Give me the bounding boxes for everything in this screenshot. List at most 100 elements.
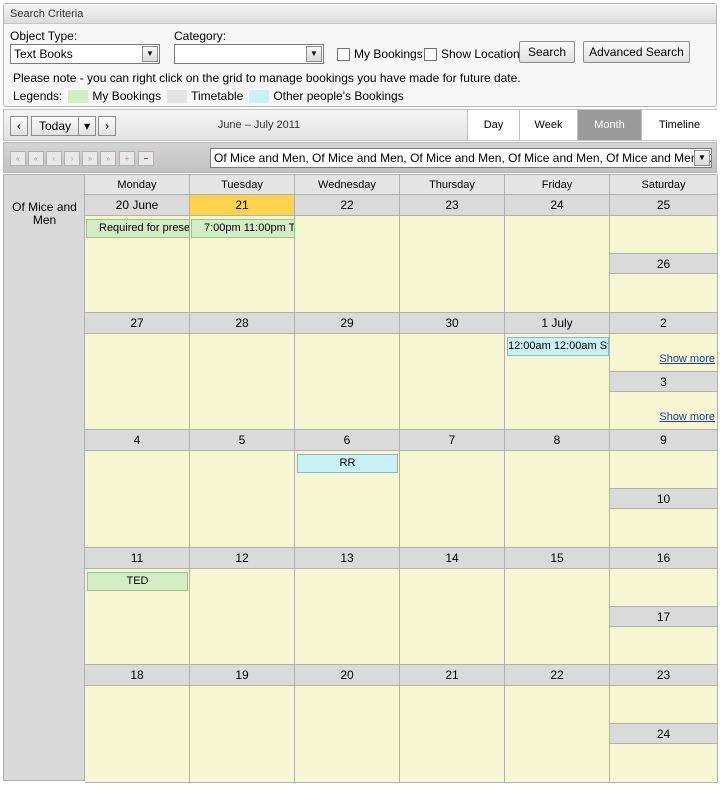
show-location-checkbox[interactable]: Show Location bbox=[424, 47, 520, 61]
day-cell[interactable]: 30 bbox=[400, 312, 505, 430]
day-cell[interactable]: 6 bbox=[295, 430, 400, 548]
next-button[interactable]: › bbox=[98, 116, 116, 136]
tab-day[interactable]: Day bbox=[467, 110, 519, 140]
date-header[interactable]: 22 bbox=[295, 195, 399, 216]
date-header[interactable]: 27 bbox=[85, 312, 189, 334]
date-header[interactable]: 5 bbox=[190, 430, 294, 451]
next-item-icon[interactable]: › bbox=[64, 151, 80, 166]
show-more-link[interactable]: Show more bbox=[659, 411, 715, 423]
prev-button[interactable]: ‹ bbox=[10, 116, 28, 136]
date-header[interactable]: 4 bbox=[85, 430, 189, 451]
tab-timeline[interactable]: Timeline bbox=[641, 110, 717, 140]
date-header[interactable]: 23 bbox=[610, 665, 717, 686]
date-header[interactable]: 20 June bbox=[85, 195, 189, 216]
resource-select[interactable]: Of Mice and Men, Of Mice and Men, Of Mic… bbox=[210, 148, 712, 168]
today-menu-button[interactable]: ▾ bbox=[78, 116, 96, 136]
sunday-date-header[interactable]: 17 bbox=[610, 605, 717, 627]
date-header[interactable]: 24 bbox=[505, 195, 609, 216]
my-booking-event[interactable]: Required for presentation bbox=[86, 219, 190, 238]
my-booking-event[interactable]: 7:00pm 11:00pm Timetable bbox=[191, 219, 295, 238]
day-cell[interactable]: 23 bbox=[400, 195, 505, 313]
date-header[interactable]: 22 bbox=[505, 665, 609, 686]
date-header[interactable]: 8 bbox=[505, 430, 609, 451]
today-date-header[interactable]: 21 bbox=[190, 195, 294, 216]
date-header[interactable]: 13 bbox=[295, 547, 399, 569]
date-header[interactable]: 11 bbox=[85, 547, 189, 569]
other-booking-event[interactable]: RR bbox=[297, 454, 398, 473]
sunday-date-header[interactable]: 10 bbox=[610, 488, 717, 509]
date-header[interactable]: 18 bbox=[85, 665, 189, 686]
day-cell[interactable]: 22 bbox=[505, 665, 610, 783]
remove-resource-icon[interactable]: – bbox=[138, 151, 154, 166]
tab-month[interactable]: Month bbox=[577, 110, 641, 140]
other-booking-event[interactable]: 12:00am 12:00am Staff bbox=[507, 336, 609, 356]
month-grid[interactable]: Of Mice and Men Monday Tuesday Wednesday Th… bbox=[3, 174, 718, 783]
date-header[interactable]: 16 bbox=[610, 547, 717, 569]
day-cell[interactable]: 8 bbox=[505, 430, 610, 548]
tab-week[interactable]: Week bbox=[519, 110, 577, 140]
day-cell[interactable]: 20 bbox=[295, 665, 400, 783]
date-header[interactable]: 14 bbox=[400, 547, 504, 569]
show-more-link[interactable]: Show more bbox=[659, 353, 715, 365]
date-header[interactable]: 29 bbox=[295, 312, 399, 334]
advanced-search-button[interactable]: Advanced Search bbox=[583, 41, 690, 63]
day-cell[interactable]: 22 bbox=[295, 195, 400, 313]
next-group-icon[interactable]: » bbox=[82, 151, 98, 166]
day-cell[interactable]: 16 17 bbox=[610, 547, 718, 665]
day-cell[interactable]: 7 bbox=[400, 430, 505, 548]
day-cell[interactable]: 12 bbox=[190, 547, 295, 665]
day-cell[interactable]: 19 bbox=[190, 665, 295, 783]
date-header[interactable]: 9 bbox=[610, 430, 717, 451]
day-cell[interactable]: 13 bbox=[295, 547, 400, 665]
add-resource-icon[interactable]: + bbox=[119, 151, 135, 166]
today-button[interactable]: Today bbox=[31, 116, 79, 136]
day-cell[interactable]: 2 3 Show more Show more bbox=[610, 312, 718, 430]
last-page-icon[interactable]: » bbox=[100, 151, 116, 166]
day-cell[interactable]: 18 bbox=[85, 665, 190, 783]
day-cell[interactable]: 28 bbox=[190, 312, 295, 430]
day-cell[interactable]: 21 bbox=[190, 195, 295, 313]
date-header[interactable]: 2 bbox=[610, 312, 717, 334]
date-header[interactable]: 21 bbox=[400, 665, 504, 686]
date-header[interactable]: 7 bbox=[400, 430, 504, 451]
day-cell[interactable]: 25 26 bbox=[610, 195, 718, 313]
search-button[interactable]: Search bbox=[519, 41, 575, 63]
day-cell[interactable]: 14 bbox=[400, 547, 505, 665]
checkbox-box[interactable] bbox=[337, 47, 350, 61]
day-cell[interactable]: 20 June bbox=[85, 195, 190, 313]
chevron-down-icon[interactable]: ▼ bbox=[306, 46, 322, 62]
date-header[interactable]: 1 July bbox=[505, 312, 609, 334]
date-header[interactable]: 20 bbox=[295, 665, 399, 686]
day-cell[interactable]: 29 bbox=[295, 312, 400, 430]
category-select[interactable]: ▼ bbox=[174, 44, 324, 64]
date-header[interactable]: 15 bbox=[505, 547, 609, 569]
date-header[interactable]: 30 bbox=[400, 312, 504, 334]
prev-group-icon[interactable]: « bbox=[28, 151, 44, 166]
day-cell[interactable]: 23 24 bbox=[610, 665, 718, 783]
sunday-date-header[interactable]: 26 bbox=[610, 253, 717, 274]
my-booking-event[interactable]: TED bbox=[87, 571, 188, 591]
checkbox-box[interactable] bbox=[424, 47, 437, 61]
day-cell[interactable]: 5 bbox=[190, 430, 295, 548]
object-type-select[interactable]: Text Books ▼ bbox=[10, 44, 160, 64]
my-bookings-checkbox[interactable]: My Bookings bbox=[337, 47, 423, 61]
day-cell[interactable]: 15 bbox=[505, 547, 610, 665]
date-header[interactable]: 23 bbox=[400, 195, 504, 216]
sunday-date-header[interactable]: 24 bbox=[610, 723, 717, 744]
day-cell[interactable]: 27 bbox=[85, 312, 190, 430]
first-page-icon[interactable]: « bbox=[10, 151, 26, 166]
day-cell[interactable]: 9 10 bbox=[610, 430, 718, 548]
date-header[interactable]: 19 bbox=[190, 665, 294, 686]
date-header[interactable]: 12 bbox=[190, 547, 294, 569]
day-cell[interactable]: 1 July bbox=[505, 312, 610, 430]
day-cell[interactable]: 4 bbox=[85, 430, 190, 548]
day-cell[interactable]: 24 bbox=[505, 195, 610, 313]
chevron-down-icon[interactable]: ▼ bbox=[142, 46, 158, 62]
date-header[interactable]: 25 bbox=[610, 195, 717, 216]
sunday-date-header[interactable]: 3 bbox=[610, 370, 717, 392]
day-cell[interactable]: 11 bbox=[85, 547, 190, 665]
prev-item-icon[interactable]: ‹ bbox=[46, 151, 62, 166]
date-header[interactable]: 28 bbox=[190, 312, 294, 334]
date-header[interactable]: 6 bbox=[295, 430, 399, 451]
chevron-down-icon[interactable]: ▼ bbox=[694, 150, 710, 166]
